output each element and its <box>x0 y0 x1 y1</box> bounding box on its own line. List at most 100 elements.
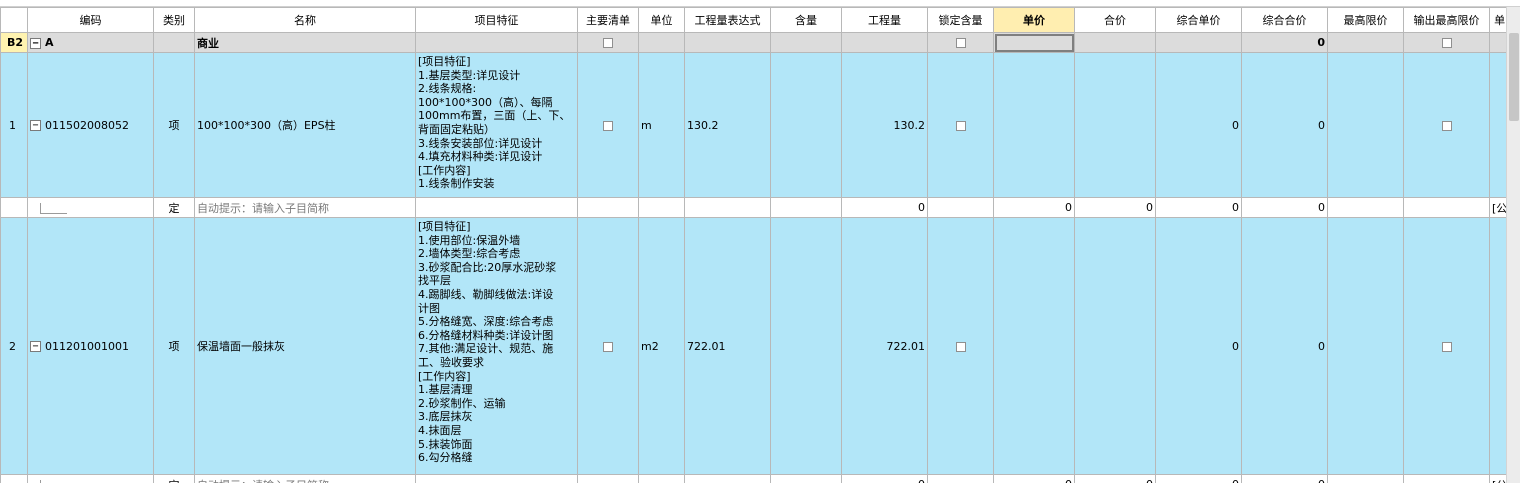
item-name[interactable]: 保温墙面一般抹灰 <box>194 217 416 475</box>
sub-composite-unit-price[interactable]: 0 <box>1155 197 1242 218</box>
group-name[interactable]: 商业 <box>194 32 416 53</box>
header-output-max-limit-price[interactable]: 输出最高限价 <box>1403 7 1490 33</box>
header-main-list[interactable]: 主要清单 <box>577 7 639 33</box>
cell-expr[interactable] <box>684 32 771 53</box>
cell-unit[interactable] <box>638 32 685 53</box>
item-features[interactable]: [项目特征] 1.基层类型:详见设计 2.线条规格: 100*100*300（高… <box>415 52 578 198</box>
cell-max-price[interactable] <box>1327 197 1404 218</box>
item-type[interactable]: 项 <box>153 52 195 198</box>
cell-max-price[interactable] <box>1327 32 1404 53</box>
header-qty-expression[interactable]: 工程量表达式 <box>684 7 771 33</box>
item-qty-expression[interactable]: 722.01 <box>684 217 771 475</box>
item-composite-total[interactable]: 0 <box>1241 52 1328 198</box>
header-unit-price[interactable]: 单价 <box>993 7 1075 33</box>
header-lock-content[interactable]: 锁定含量 <box>927 7 994 33</box>
main-list-checkbox[interactable] <box>603 120 613 131</box>
main-list-checkbox[interactable] <box>603 341 613 352</box>
group-code-cell[interactable]: − A <box>27 32 154 53</box>
header-type[interactable]: 类别 <box>153 7 195 33</box>
cell-comp-price[interactable] <box>1155 32 1242 53</box>
cell-total[interactable] <box>1074 52 1156 198</box>
cell-output-max[interactable] <box>1403 197 1490 218</box>
item-composite-total[interactable]: 0 <box>1241 217 1328 475</box>
header-quantity[interactable]: 工程量 <box>841 7 928 33</box>
header-total-price[interactable]: 合价 <box>1074 7 1156 33</box>
row-number[interactable]: 1 <box>0 52 28 198</box>
sub-composite-unit-price[interactable]: 0 <box>1155 474 1242 483</box>
sub-total[interactable]: 0 <box>1074 197 1156 218</box>
cell-lock[interactable] <box>927 197 994 218</box>
item-name[interactable]: 100*100*300（高）EPS柱 <box>194 52 416 198</box>
sub-name-hint[interactable]: 自动提示：请输入子目简称 <box>194 197 416 218</box>
cell-unit-price[interactable] <box>993 217 1075 475</box>
output-max-checkbox[interactable] <box>1441 38 1452 48</box>
scrollbar-thumb[interactable] <box>1509 33 1519 121</box>
cell-type[interactable] <box>153 32 195 53</box>
header-features[interactable]: 项目特征 <box>415 7 578 33</box>
cell-expr[interactable] <box>684 474 771 483</box>
item-unit[interactable]: m <box>638 52 685 198</box>
sub-quantity[interactable]: 0 <box>841 474 928 483</box>
cell-main-list[interactable] <box>577 474 639 483</box>
row-number[interactable]: 2 <box>0 217 28 475</box>
sub-unit-price[interactable]: 0 <box>993 197 1075 218</box>
cell-main-list[interactable] <box>577 197 639 218</box>
cell-content[interactable] <box>770 474 842 483</box>
cell-features[interactable] <box>415 474 578 483</box>
item-features[interactable]: [项目特征] 1.使用部位:保温外墙 2.墙体类型:综合考虑 3.砂浆配合比:2… <box>415 217 578 475</box>
sub-tree-cell[interactable] <box>27 474 154 483</box>
cell-max-price[interactable] <box>1327 217 1404 475</box>
output-max-checkbox[interactable] <box>1441 341 1452 352</box>
header-corner[interactable] <box>0 7 28 33</box>
header-max-limit-price[interactable]: 最高限价 <box>1327 7 1404 33</box>
item-qty-expression[interactable]: 130.2 <box>684 52 771 198</box>
item-composite-unit-price[interactable]: 0 <box>1155 52 1242 198</box>
cell-expr[interactable] <box>684 197 771 218</box>
cell-max-price[interactable] <box>1327 52 1404 198</box>
sub-tree-cell[interactable] <box>27 197 154 218</box>
item-code-cell[interactable]: −011502008052 <box>27 52 154 198</box>
sub-unit-price[interactable]: 0 <box>993 474 1075 483</box>
cell-unit[interactable] <box>638 474 685 483</box>
cell-content[interactable] <box>770 52 842 198</box>
cell-total[interactable] <box>1074 32 1156 53</box>
lock-content-checkbox[interactable] <box>955 120 966 131</box>
item-quantity[interactable]: 722.01 <box>841 217 928 475</box>
header-composite-unit-price[interactable]: 综合单价 <box>1155 7 1242 33</box>
collapse-toggle[interactable]: − <box>30 37 41 49</box>
header-content[interactable]: 含量 <box>770 7 842 33</box>
cell-unit[interactable] <box>638 197 685 218</box>
item-unit[interactable]: m2 <box>638 217 685 475</box>
cell-max-price[interactable] <box>1327 474 1404 483</box>
vertical-scrollbar[interactable] <box>1506 7 1520 483</box>
cell-quantity[interactable] <box>841 32 928 53</box>
cell-lock[interactable] <box>927 474 994 483</box>
main-list-checkbox[interactable] <box>603 38 613 48</box>
item-type[interactable]: 项 <box>153 217 195 475</box>
cell-total[interactable] <box>1074 217 1156 475</box>
sub-composite-total[interactable]: 0 <box>1241 197 1328 218</box>
sub-type[interactable]: 定 <box>153 474 195 483</box>
cell-content[interactable] <box>770 32 842 53</box>
item-composite-unit-price[interactable]: 0 <box>1155 217 1242 475</box>
header-name[interactable]: 名称 <box>194 7 416 33</box>
header-composite-total[interactable]: 综合合价 <box>1241 7 1328 33</box>
header-unit[interactable]: 单位 <box>638 7 685 33</box>
cell-unit-price[interactable] <box>993 52 1075 198</box>
row-number[interactable] <box>0 197 28 218</box>
sub-quantity[interactable]: 0 <box>841 197 928 218</box>
lock-content-checkbox[interactable] <box>955 341 966 352</box>
cell-features[interactable] <box>415 32 578 53</box>
header-code[interactable]: 编码 <box>27 7 154 33</box>
sub-name-hint[interactable]: 自动提示：请输入子目简称 <box>194 474 416 483</box>
cell-content[interactable] <box>770 197 842 218</box>
row-number[interactable] <box>0 474 28 483</box>
item-quantity[interactable]: 130.2 <box>841 52 928 198</box>
collapse-toggle[interactable]: − <box>30 120 41 131</box>
collapse-toggle[interactable]: − <box>30 341 41 352</box>
sub-composite-total[interactable]: 0 <box>1241 474 1328 483</box>
cell-output-max[interactable] <box>1403 474 1490 483</box>
row-number[interactable]: B2 <box>0 32 28 53</box>
item-code-cell[interactable]: −011201001001 <box>27 217 154 475</box>
cell-features[interactable] <box>415 197 578 218</box>
